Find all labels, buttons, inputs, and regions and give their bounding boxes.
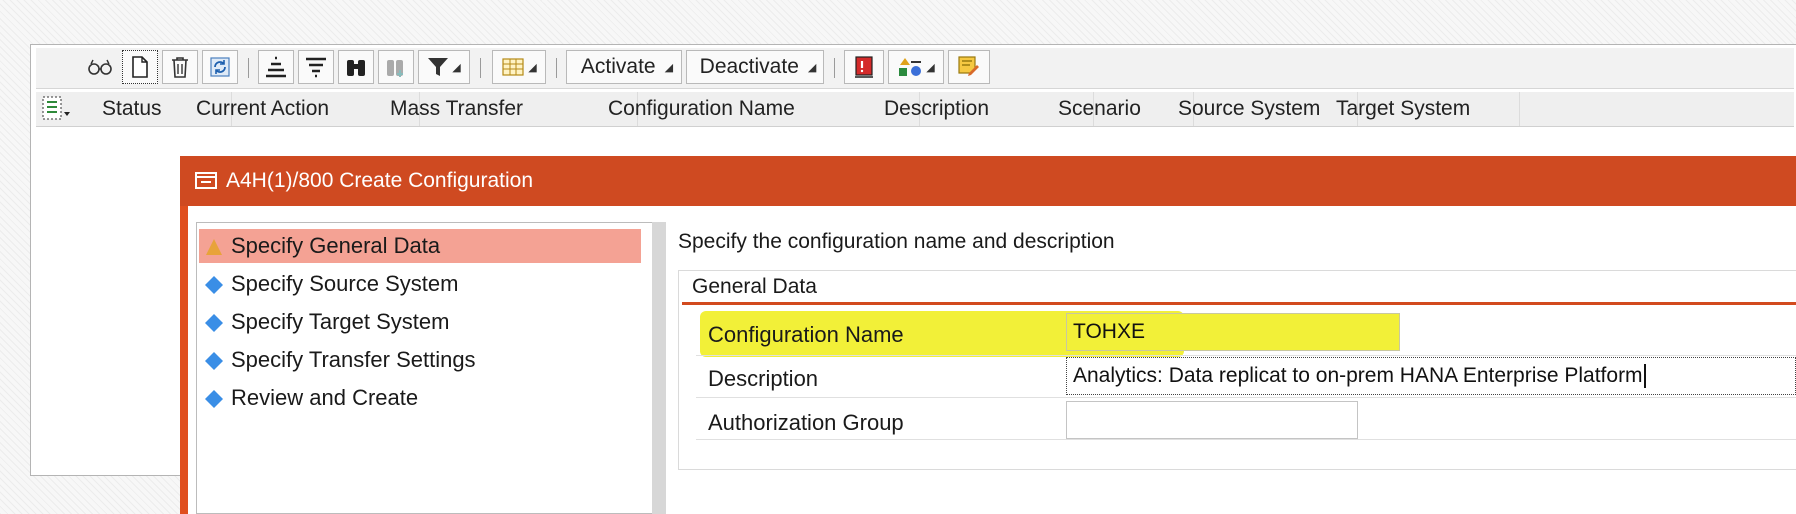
wizard-steps-panel: Specify General Data Specify Source Syst… [196,222,654,514]
diamond-icon [205,276,223,294]
sort-descending-icon[interactable] [298,50,334,84]
sort-ascending-icon[interactable] [258,50,294,84]
toolbar-separator [480,58,481,78]
warning-triangle-icon [206,239,222,255]
dialog-window-icon [195,172,217,189]
group-title-underline [682,302,1796,305]
col-configuration-name[interactable]: Configuration Name [602,92,920,126]
authorization-group-field[interactable] [1066,401,1358,439]
toolbar-separator [834,58,835,78]
deactivate-button[interactable]: Deactivate ◢ [686,50,824,84]
authorization-group-label: Authorization Group [708,410,904,435]
toolbar: ◢ ◢ Activate ◢ Deactivate ◢ ◢ [36,48,1794,89]
toolbar-separator [556,58,557,78]
col-target-system[interactable]: Target System [1330,92,1520,126]
display-glasses-icon[interactable] [80,50,120,84]
group-title: General Data [692,275,817,298]
configuration-name-field[interactable]: TOHXE [1066,313,1400,351]
filter-icon[interactable]: ◢ [418,50,470,84]
step-specify-general-data[interactable]: Specify General Data [199,229,641,263]
error-log-icon[interactable] [844,50,884,84]
activate-button[interactable]: Activate ◢ [566,50,682,84]
toolbar-separator [248,58,249,78]
text-cursor [1643,364,1646,389]
diamond-icon [205,352,223,370]
delete-trash-icon[interactable] [162,50,198,84]
diamond-icon [205,314,223,332]
find-binoculars-icon[interactable] [338,50,374,84]
notes-icon[interactable] [948,50,990,84]
layout-menu-icon[interactable] [36,92,92,126]
steps-panel-scrollbar[interactable] [652,222,666,514]
description-field[interactable]: Analytics: Data replicat to on-prem HANA… [1066,357,1796,395]
step-review-and-create[interactable]: Review and Create [199,381,641,415]
layout-icon[interactable]: ◢ [492,50,546,84]
new-document-icon[interactable] [122,50,158,84]
diamond-icon [205,390,223,408]
col-mass-transfer[interactable]: Mass Transfer [384,92,638,126]
dialog-title-bar: A4H(1)/800 Create Configuration [180,156,1796,206]
dialog-left-border [180,206,188,514]
step-specify-source-system[interactable]: Specify Source System [199,267,641,301]
dialog-title: A4H(1)/800 Create Configuration [226,169,534,192]
refresh-icon[interactable] [202,50,238,84]
step-specify-transfer-settings[interactable]: Specify Transfer Settings [199,343,641,377]
step-specify-target-system[interactable]: Specify Target System [199,305,641,339]
shapes-icon[interactable]: ◢ [888,50,944,84]
find-next-icon[interactable] [378,50,414,84]
configuration-name-label: Configuration Name [708,322,904,347]
instruction-text: Specify the configuration name and descr… [678,230,1115,253]
description-label: Description [708,366,819,391]
column-header-row: Status Current Action Mass Transfer Conf… [36,92,1794,127]
